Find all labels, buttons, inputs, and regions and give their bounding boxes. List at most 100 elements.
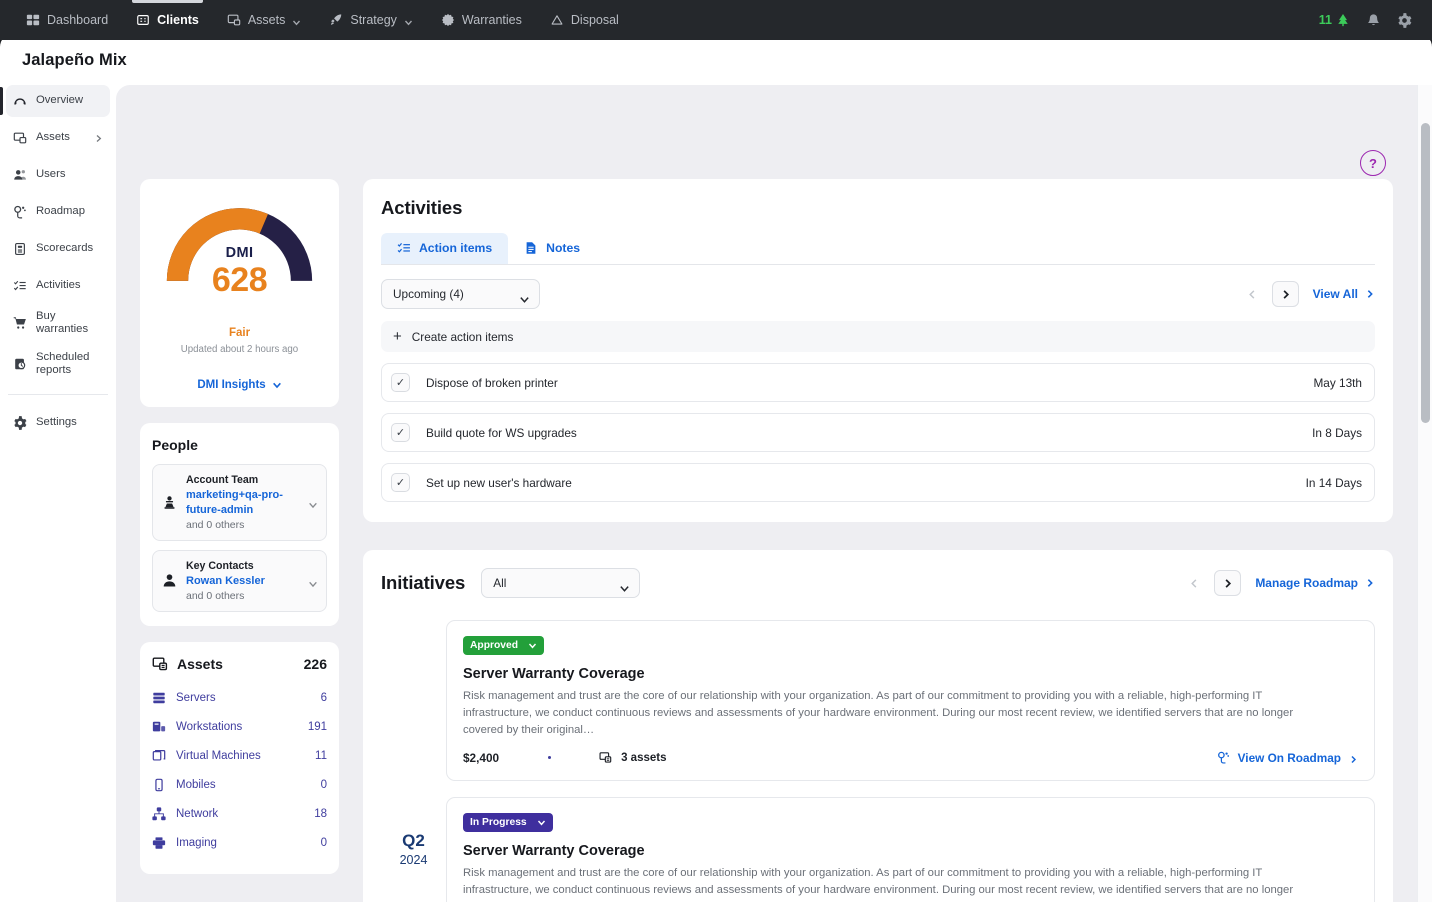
create-action-items-button[interactable]: + Create action items [381, 321, 1375, 352]
dmi-gauge: DMI 628 [162, 199, 317, 299]
sidebar-item-scheduled-reports[interactable]: Scheduled reports [6, 344, 110, 384]
bell-icon[interactable] [1366, 13, 1381, 28]
help-button[interactable]: ? [1360, 150, 1386, 176]
asset-row-imaging[interactable]: Imaging 0 [152, 829, 327, 858]
initiatives-pager-buttons [1181, 570, 1242, 596]
sidebar-item-buy-warranties[interactable]: Buy warranties [6, 307, 110, 339]
tree-count-indicator[interactable]: 11 [1319, 13, 1350, 27]
scrollbar-thumb[interactable] [1421, 123, 1430, 423]
chevron-right-icon [1365, 289, 1375, 299]
person-group-key-contacts[interactable]: Key Contacts Rowan Kessler and 0 others [152, 549, 327, 612]
sidebar-item-scorecards[interactable]: Scorecards [6, 233, 110, 265]
sidebar-item-activities[interactable]: Activities [6, 270, 110, 302]
dot-separator-icon [547, 756, 551, 760]
action-item-checkbox[interactable]: ✓ [391, 423, 410, 442]
initiative-card[interactable]: Approved Server Warranty Coverage Risk m… [446, 620, 1375, 781]
asset-row-workstations[interactable]: Workstations 191 [152, 713, 327, 742]
assets-icon [227, 13, 241, 27]
sidebar: Overview Assets Users Roadmap Scorecards… [0, 85, 116, 902]
network-icon [152, 807, 166, 821]
asset-row-label: Servers [176, 692, 216, 705]
chevron-right-icon [94, 134, 103, 143]
tab-action-items[interactable]: Action items [381, 233, 509, 264]
view-on-roadmap-link[interactable]: View On Roadmap [1217, 751, 1358, 765]
dmi-updated-timestamp: Updated about 2 hours ago [180, 344, 299, 355]
page-scrollbar[interactable] [1417, 85, 1432, 902]
sidebar-item-overview[interactable]: Overview [0, 85, 110, 117]
left-column: DMI 628 Fair Updated about 2 hours ago D… [140, 179, 339, 902]
initiative-description: Risk management and trust are the core o… [463, 866, 1294, 902]
warranties-icon [441, 13, 455, 27]
nav-item-strategy[interactable]: Strategy [317, 0, 425, 40]
nav-item-assets[interactable]: Assets [215, 0, 314, 40]
tree-count-value: 11 [1318, 13, 1332, 27]
initiatives-header: Initiatives All Manage Roadmap [381, 568, 1375, 598]
dmi-label: DMI [225, 245, 254, 261]
activities-filter-select[interactable]: Upcoming (4) [381, 279, 540, 309]
initiative-card[interactable]: In Progress Server Warranty Coverage Ris… [446, 796, 1375, 902]
status-badge-label: In Progress [470, 816, 527, 828]
action-item-row[interactable]: ✓ Dispose of broken printer May 13th [381, 363, 1375, 402]
nav-label: Disposal [570, 13, 619, 27]
nav-label: Dashboard [47, 13, 109, 27]
initiatives-next-page-button[interactable] [1214, 570, 1242, 596]
action-item-row[interactable]: ✓ Build quote for WS upgrades In 8 Days [381, 413, 1375, 452]
status-badge[interactable]: Approved [463, 636, 545, 655]
manage-roadmap-link[interactable]: Manage Roadmap [1255, 576, 1375, 590]
sidebar-item-label: Users [36, 168, 66, 181]
tab-notes[interactable]: Notes [508, 233, 596, 264]
action-item-checkbox[interactable]: ✓ [391, 473, 410, 492]
gear-icon[interactable] [1397, 12, 1412, 28]
sidebar-item-roadmap[interactable]: Roadmap [6, 196, 110, 228]
gear-icon [13, 416, 27, 430]
asset-row-servers[interactable]: Servers 6 [152, 684, 327, 713]
nav-item-dashboard[interactable]: Dashboard [14, 0, 120, 40]
dmi-rating: Fair [228, 327, 251, 339]
sidebar-item-settings[interactable]: Settings [6, 407, 110, 439]
asset-row-count: 0 [320, 779, 327, 792]
assets-total-count: 226 [303, 655, 327, 672]
sidebar-item-users[interactable]: Users [6, 159, 110, 191]
chevron-down-icon[interactable] [308, 497, 318, 509]
chevron-down-icon[interactable] [308, 576, 318, 587]
view-on-roadmap-label: View On Roadmap [1237, 750, 1341, 765]
asset-row-count: 191 [307, 721, 327, 734]
imaging-printer-icon [152, 836, 166, 850]
dmi-insights-toggle[interactable]: DMI Insights [152, 379, 327, 391]
clients-icon [136, 13, 150, 27]
action-item-due: In 14 Days [1305, 475, 1362, 490]
nav-item-disposal[interactable]: Disposal [538, 0, 631, 40]
chevron-down-icon [404, 16, 413, 25]
initiatives-prev-page-button[interactable] [1181, 570, 1208, 596]
tree-icon [1336, 13, 1350, 27]
initiatives-pager: Manage Roadmap [1181, 570, 1375, 596]
sidebar-item-assets[interactable]: Assets [6, 122, 110, 154]
person-group-name[interactable]: Rowan Kessler [186, 574, 299, 589]
create-action-items-label: Create action items [411, 329, 514, 344]
initiatives-filter-select[interactable]: All [481, 568, 641, 598]
roadmap-pin-icon [1217, 751, 1230, 764]
top-nav-right-actions: 11 [1319, 12, 1418, 28]
mobiles-icon [152, 778, 166, 792]
nav-label: Strategy [350, 13, 397, 27]
activities-next-page-button[interactable] [1271, 281, 1299, 307]
action-item-row[interactable]: ✓ Set up new user's hardware In 14 Days [381, 463, 1375, 502]
asset-row-virtual-machines[interactable]: Virtual Machines 11 [152, 742, 327, 771]
person-group-account-team[interactable]: Account Team marketing+qa-pro-future-adm… [152, 464, 327, 541]
asset-row-network[interactable]: Network 18 [152, 800, 327, 829]
sidebar-divider [8, 394, 108, 395]
activities-view-all-link[interactable]: View All [1313, 287, 1375, 301]
person-group-name[interactable]: marketing+qa-pro-future-admin [186, 488, 299, 518]
initiative-description: Risk management and trust are the core o… [463, 690, 1294, 736]
activities-filter-value: Upcoming (4) [393, 287, 464, 301]
activities-prev-page-button[interactable] [1239, 281, 1266, 307]
nav-item-clients[interactable]: Clients [124, 0, 211, 40]
sidebar-item-label: Roadmap [36, 205, 85, 218]
nav-label: Assets [247, 13, 286, 27]
status-badge[interactable]: In Progress [463, 812, 553, 832]
action-item-checkbox[interactable]: ✓ [391, 373, 410, 392]
page-shell: Jalapeño Mix Overview Assets Users Roadm… [0, 33, 1432, 902]
nav-item-warranties[interactable]: Warranties [429, 0, 534, 40]
asset-row-mobiles[interactable]: Mobiles 0 [152, 771, 327, 800]
chevron-down-icon [537, 818, 546, 827]
